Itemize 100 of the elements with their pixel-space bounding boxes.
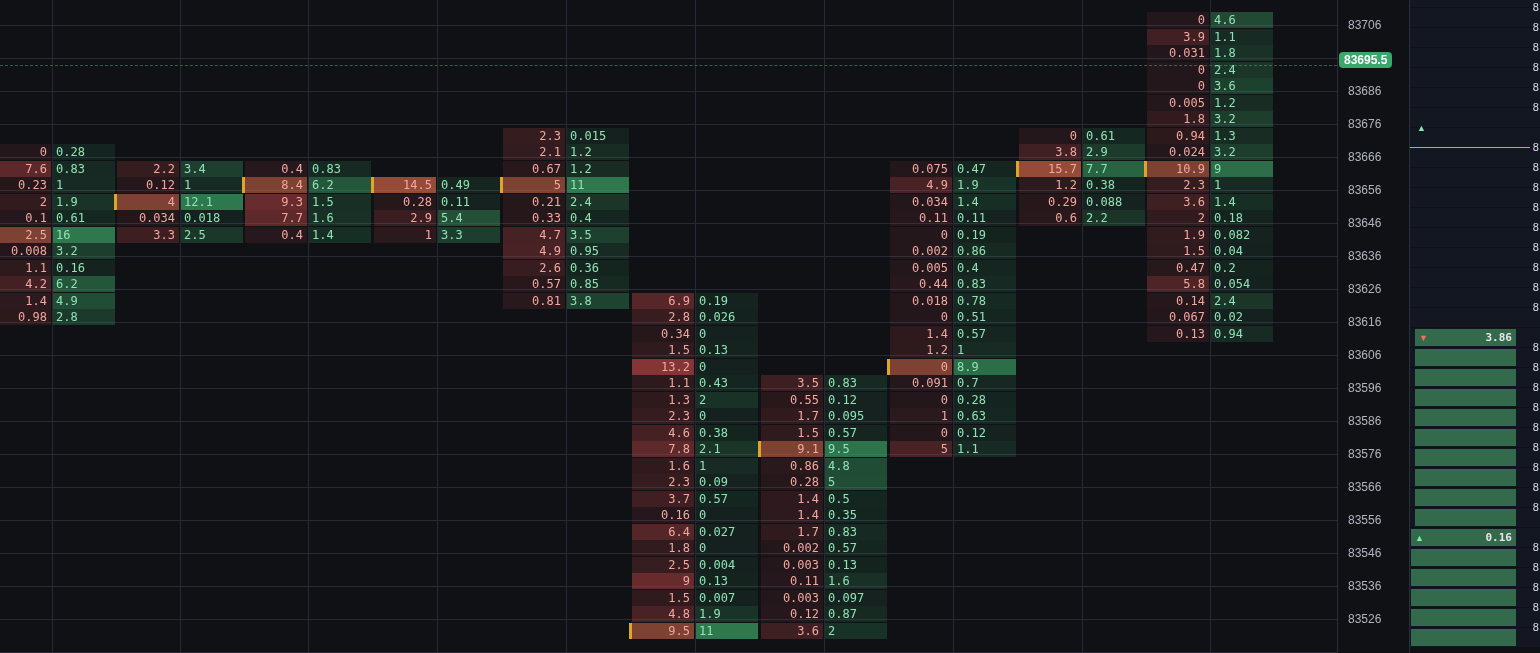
bid-volume-cell: 1.7 bbox=[761, 408, 823, 424]
bid-volume-cell: 1.9 bbox=[1147, 226, 1209, 243]
price-digit: 8 bbox=[1532, 620, 1539, 635]
triangle-icon: ▼ bbox=[1419, 332, 1428, 343]
bid-volume-cell: 6.4 bbox=[632, 523, 694, 540]
ask-volume-cell: 3.3 bbox=[438, 226, 500, 243]
bid-volume-cell: 1.5 bbox=[632, 589, 694, 606]
ask-volume-cell: 1 bbox=[53, 177, 115, 193]
bid-volume-cell: 0.86 bbox=[761, 457, 823, 474]
bid-volume-cell: 15.7 bbox=[1019, 160, 1081, 177]
bid-volume-cell: 0.11 bbox=[761, 573, 823, 589]
bid-volume-cell: 1.6 bbox=[632, 457, 694, 474]
bid-volume-cell: 4.7 bbox=[503, 226, 565, 243]
ask-volume-cell: 11 bbox=[567, 177, 629, 193]
price-digit: 8 bbox=[1532, 140, 1539, 155]
bid-volume-cell: 0.6 bbox=[1019, 210, 1081, 226]
ask-volume-cell: 2.2 bbox=[1083, 210, 1145, 226]
ask-volume-cell: 0 bbox=[696, 358, 758, 375]
bid-volume-cell: 2.5 bbox=[632, 556, 694, 573]
bid-volume-cell: 0.003 bbox=[761, 589, 823, 606]
bid-volume-cell: 0.008 bbox=[0, 243, 51, 259]
ask-volume-cell: 1.2 bbox=[567, 144, 629, 160]
ask-volume-cell: 1.2 bbox=[1211, 94, 1273, 111]
ask-volume-cell: 1 bbox=[696, 457, 758, 474]
ask-volume-cell: 0.86 bbox=[954, 243, 1016, 259]
bid-volume-cell: 4.9 bbox=[503, 243, 565, 259]
bid-volume-cell: 1.4 bbox=[761, 507, 823, 523]
ask-volume-cell: 0.57 bbox=[954, 325, 1016, 342]
ask-volume-cell: 0.78 bbox=[954, 292, 1016, 309]
bid-volume-cell: 0 bbox=[1147, 12, 1209, 28]
triangle-icon: ▲ bbox=[1417, 122, 1426, 133]
price-label: 83606 bbox=[1348, 348, 1382, 362]
bid-volume-cell: 1 bbox=[374, 226, 436, 243]
bid-volume-cell: 2.5 bbox=[0, 226, 51, 243]
ask-volume-cell: 0.63 bbox=[954, 408, 1016, 424]
ask-volume-cell: 0.027 bbox=[696, 523, 758, 540]
ask-volume-cell: 0.43 bbox=[696, 375, 758, 391]
ask-volume-cell: 0.4 bbox=[954, 259, 1016, 276]
bid-volume-cell: 4.2 bbox=[0, 276, 51, 292]
ask-volume-cell: 3.6 bbox=[1211, 78, 1273, 94]
bid-volume-cell: 0.47 bbox=[1147, 259, 1209, 276]
bid-volume-cell: 2 bbox=[0, 193, 51, 210]
price-label: 83636 bbox=[1348, 249, 1382, 263]
price-label: 83646 bbox=[1348, 216, 1382, 230]
ask-volume-cell: 0.95 bbox=[567, 243, 629, 259]
bid-volume-cell: 0 bbox=[1019, 127, 1081, 144]
bid-volume-cell: 1.2 bbox=[890, 342, 952, 358]
bid-volume-cell: 10.9 bbox=[1147, 160, 1209, 177]
ask-volume-cell: 1.4 bbox=[954, 193, 1016, 210]
ask-volume-cell: 0.94 bbox=[1211, 325, 1273, 342]
ask-volume-cell: 0.097 bbox=[825, 589, 887, 606]
ask-volume-cell: 1.9 bbox=[53, 193, 115, 210]
price-label: 83586 bbox=[1348, 414, 1382, 428]
bid-volume-cell: 2.9 bbox=[374, 210, 436, 226]
ask-volume-cell: 0.7 bbox=[954, 375, 1016, 391]
price-digit: 8 bbox=[1532, 460, 1539, 475]
bid-volume-cell: 0.12 bbox=[117, 177, 179, 193]
bid-volume-cell: 0.034 bbox=[117, 210, 179, 226]
price-digit: 8 bbox=[1532, 80, 1539, 95]
price-digit: 8 bbox=[1532, 600, 1539, 615]
bid-volume-cell: 0.031 bbox=[1147, 45, 1209, 61]
ask-volume-cell: 1 bbox=[1211, 177, 1273, 193]
ask-volume-cell: 5.4 bbox=[438, 210, 500, 226]
price-digit: 8 bbox=[1532, 480, 1539, 495]
current-price-badge: 83695.5 bbox=[1339, 52, 1393, 68]
ask-volume-cell: 3.4 bbox=[181, 160, 243, 177]
price-digit: 8 bbox=[1532, 380, 1539, 395]
bid-volume-cell: 0.034 bbox=[890, 193, 952, 210]
bid-volume-cell: 7.8 bbox=[632, 441, 694, 457]
ask-volume-cell: 0.13 bbox=[696, 342, 758, 358]
bid-volume-cell: 0.16 bbox=[632, 507, 694, 523]
ask-volume-cell: 0.38 bbox=[696, 424, 758, 441]
price-label: 83596 bbox=[1348, 381, 1382, 395]
ask-volume-cell: 0.51 bbox=[954, 309, 1016, 325]
bid-volume-cell: 0.1 bbox=[0, 210, 51, 226]
price-digit: 8 bbox=[1532, 280, 1539, 295]
bid-volume-cell: 0.4 bbox=[245, 226, 307, 243]
bid-volume-cell: 0 bbox=[1147, 78, 1209, 94]
bid-volume-cell: 3.5 bbox=[761, 375, 823, 391]
price-digit: 8 bbox=[1532, 420, 1539, 435]
bid-volume-cell: 0.002 bbox=[761, 540, 823, 556]
ask-volume-cell: 0 bbox=[696, 540, 758, 556]
bid-volume-cell: 0 bbox=[1147, 61, 1209, 78]
bid-volume-cell: 0.81 bbox=[503, 292, 565, 309]
price-label: 83626 bbox=[1348, 282, 1382, 296]
bid-volume-cell: 2 bbox=[1147, 210, 1209, 226]
bid-volume-cell: 0.44 bbox=[890, 276, 952, 292]
bid-volume-cell: 1.5 bbox=[761, 424, 823, 441]
ask-volume-cell: 2.8 bbox=[53, 309, 115, 325]
ask-volume-cell: 16 bbox=[53, 226, 115, 243]
price-digit: 8 bbox=[1532, 360, 1539, 375]
price-digit: 8 bbox=[1532, 540, 1539, 555]
bid-volume-cell: 9.5 bbox=[632, 622, 694, 639]
bid-volume-cell: 0.075 bbox=[890, 160, 952, 177]
bid-volume-cell: 0.67 bbox=[503, 160, 565, 177]
bid-volume-cell: 5 bbox=[890, 441, 952, 457]
ask-volume-cell: 0.004 bbox=[696, 556, 758, 573]
bid-volume-cell: 0.002 bbox=[890, 243, 952, 259]
ask-volume-cell: 2.4 bbox=[567, 193, 629, 210]
ask-volume-cell: 2 bbox=[825, 622, 887, 639]
